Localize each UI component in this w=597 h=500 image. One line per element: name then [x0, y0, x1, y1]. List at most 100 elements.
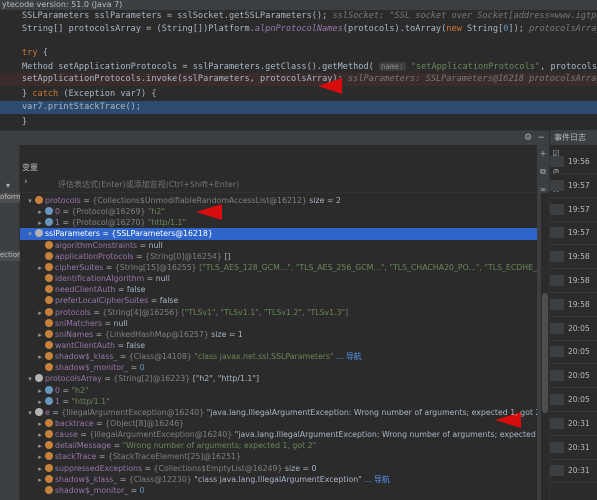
settings-icon[interactable]: ⚙ [522, 132, 534, 144]
event-timestamp[interactable]: 19:57 [568, 181, 590, 190]
event-timestamp[interactable]: 20:31 [568, 466, 590, 475]
variable-type: {StackTraceElement[25]@16251} [107, 452, 241, 462]
variables-tree[interactable]: ▾ protocols = {Collections$UnmodifiableRa… [20, 193, 549, 500]
expand-toggle-icon[interactable]: ▸ [36, 452, 44, 462]
expand-toggle-icon[interactable]: ▸ [36, 352, 44, 362]
expand-toggle-icon[interactable]: ▸ [36, 430, 44, 440]
variable-value: null [113, 318, 128, 328]
event-timestamp[interactable]: 20:05 [568, 395, 590, 404]
variable-type: {Protocol@16270} [71, 218, 148, 228]
navigate-link[interactable]: ... 导航 [334, 352, 362, 361]
variable-name: protocols [45, 196, 81, 205]
variable-row[interactable]: shadow$_monitor_ = 0 [20, 485, 549, 496]
frame-tag-1[interactable]: ection [0, 251, 20, 261]
chevron-right-icon[interactable]: › [24, 177, 28, 187]
expand-toggle-icon[interactable]: ▸ [36, 397, 44, 407]
expand-toggle-icon[interactable]: ▾ [26, 408, 34, 418]
variable-row[interactable]: ▸ 1 = "http/1.1" [20, 396, 549, 407]
code-line[interactable]: Method setApplicationProtocols = sslPara… [0, 60, 597, 73]
minimize-icon[interactable]: − [535, 132, 547, 144]
variable-row[interactable]: sniMatchers = null [20, 318, 549, 329]
equals-sign: = [99, 229, 112, 239]
code-token: } [22, 89, 33, 99]
variable-row[interactable]: algorithmConstraints = null [20, 240, 549, 251]
code-token: new [446, 24, 467, 34]
frame-expand-icon[interactable]: ▾ [6, 181, 10, 190]
event-timestamp[interactable]: 20:05 [568, 371, 590, 380]
event-timestamp[interactable]: 20:31 [568, 419, 590, 428]
variable-value: ["TLS_AES_128_GCM...", "TLS_AES_256_GCM.… [199, 262, 549, 272]
expand-toggle-icon[interactable]: ▾ [26, 374, 34, 384]
event-timestamp[interactable]: 19:58 [568, 252, 590, 261]
expand-toggle-icon[interactable]: ▸ [36, 419, 44, 429]
variables-scrollbar[interactable] [541, 193, 549, 500]
expand-toggle-icon[interactable]: ▸ [36, 263, 44, 273]
expand-toggle-icon[interactable]: ▸ [36, 475, 44, 485]
event-log-header[interactable]: 事件日志 [549, 130, 597, 145]
variable-type: {Collections$UnmodifiableRandomAccessLis… [92, 196, 310, 205]
copy-icon[interactable]: ⧉ [538, 167, 548, 177]
variable-row[interactable]: ▸ stackTrace = {StackTraceElement[25]@162… [20, 451, 549, 462]
event-timestamp[interactable]: 20:05 [568, 324, 590, 333]
code-token: "setApplicationProtocols" [405, 62, 541, 72]
evaluate-expression-input[interactable] [58, 177, 538, 191]
variable-row[interactable]: ▸ sniNames = {LinkedHashMap@16257} size =… [20, 329, 549, 340]
event-timestamp[interactable]: 20:31 [568, 443, 590, 452]
code-line[interactable]: setApplicationProtocols.invoke(sslParame… [0, 73, 597, 86]
variable-row[interactable]: ▸ 0 = "h2" [20, 385, 549, 396]
variable-row[interactable]: ▸ cause = {IllegalArgumentException@16240… [20, 429, 549, 440]
expand-toggle-icon[interactable]: ▸ [36, 308, 44, 318]
expand-toggle-icon[interactable]: ▾ [26, 196, 34, 206]
code-line[interactable]: SSLParameters sslParameters = sslSocket.… [0, 10, 597, 23]
event-separator [550, 173, 597, 174]
expand-toggle-icon[interactable]: ▸ [36, 330, 44, 340]
variable-row[interactable]: ▸ detailMessage = "Wrong number of argume… [20, 440, 549, 451]
variable-row[interactable]: shadow$_monitor_ = 0 [20, 362, 549, 373]
event-timestamp[interactable]: 19:58 [568, 276, 590, 285]
variable-type: {Object[8]@16246} [105, 419, 185, 428]
variable-row[interactable]: wantClientAuth = false [20, 340, 549, 351]
variable-row[interactable]: ▸ 1 = {Protocol@16270} "http/1.1" [20, 217, 549, 228]
variable-row[interactable]: ▸ protocols = {String[4]@16256} ["TLSv1",… [20, 307, 549, 318]
event-timestamp[interactable]: 19:58 [568, 300, 590, 309]
expand-toggle-icon[interactable]: ▸ [36, 386, 44, 396]
variable-row[interactable]: ▸ shadow$_klass_ = {Class@12230} "class j… [20, 474, 549, 485]
navigate-link[interactable]: ... 导航 [362, 475, 390, 484]
code-token: protocolsArray: ["h2", "http/1.1"] [529, 24, 597, 34]
code-token: (protocols).toArray( [342, 24, 447, 34]
code-line[interactable]: String[] protocolsArray = (String[])Plat… [0, 23, 597, 36]
expand-toggle-icon[interactable]: ▸ [36, 207, 44, 217]
variable-row[interactable]: ▾ protocolsArray = {String[2]@16223} ["h2… [20, 373, 549, 384]
expand-toggle-icon[interactable]: ▾ [26, 229, 34, 239]
variable-row[interactable]: ▾ protocols = {Collections$UnmodifiableRa… [20, 195, 549, 206]
variable-row[interactable]: ▸ 0 = {Protocol@16269} "h2" [20, 206, 549, 217]
variable-row[interactable]: ▾ e = {IllegalArgumentException@16240} "j… [20, 407, 549, 418]
variable-row[interactable]: preferLocalCipherSuites = false [20, 295, 549, 306]
event-timestamp[interactable]: 19:57 [568, 205, 590, 214]
frame-tag-0[interactable]: oform) [0, 193, 20, 203]
variable-row[interactable]: identificationAlgorithm = null [20, 273, 549, 284]
variable-row[interactable]: needClientAuth = false [20, 284, 549, 295]
variable-row[interactable]: ▸ shadow$_klass_ = {Class@14108} "class j… [20, 351, 549, 362]
code-line[interactable]: } [0, 116, 597, 129]
variable-row[interactable]: ▾ sslParameters = {SSLParameters@16218} [20, 228, 549, 240]
scrollbar-thumb[interactable] [542, 293, 548, 413]
event-log-delete-icon[interactable]: ⊘ [551, 167, 561, 177]
variable-row[interactable]: ▸ cipherSuites = {String[15]@16255} ["TLS… [20, 262, 549, 273]
event-timestamp[interactable]: 19:56 [568, 157, 590, 166]
variable-row[interactable]: applicationProtocols = {String[0]@16254}… [20, 251, 549, 262]
code-line[interactable]: var7.printStackTrace(); [0, 101, 597, 114]
expand-toggle-icon[interactable]: ▸ [36, 464, 44, 474]
code-editor[interactable]: SSLParameters sslParameters = sslSocket.… [0, 10, 597, 130]
variable-value: "http/1.1" [71, 396, 110, 406]
variable-value: "h2" [147, 207, 165, 217]
event-timestamp[interactable]: 19:57 [568, 228, 590, 237]
variable-row[interactable]: ▸ suppressedExceptions = {Collections$Emp… [20, 463, 549, 474]
expand-toggle-icon[interactable]: ▸ [36, 441, 44, 451]
code-line[interactable]: } catch (Exception var7) { [0, 88, 597, 101]
add-watch-icon[interactable]: + [538, 149, 548, 159]
code-line[interactable]: try { [0, 47, 597, 60]
variable-row[interactable]: ▸ backtrace = {Object[8]@16246} [20, 418, 549, 429]
expand-toggle-icon[interactable]: ▸ [36, 218, 44, 228]
event-timestamp[interactable]: 20:05 [568, 347, 590, 356]
